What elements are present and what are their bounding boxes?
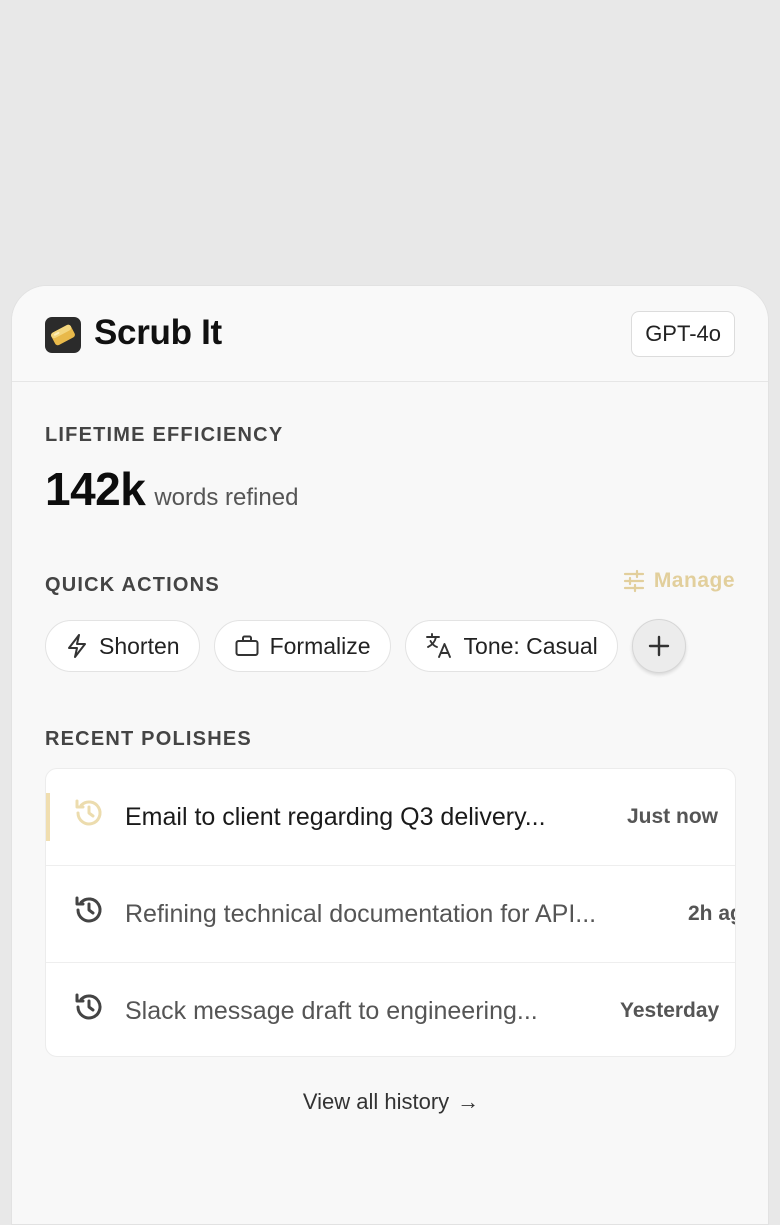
history-item-title: Refining technical documentation for API… xyxy=(125,899,597,928)
history-icon xyxy=(75,993,102,1020)
history-item-time: Just now xyxy=(627,805,719,828)
efficiency-label: LIFETIME EFFICIENCY xyxy=(45,424,284,446)
history-item-time: Yesterday xyxy=(620,999,720,1022)
efficiency-stat: 142k words refined xyxy=(45,462,298,516)
chip-formalize[interactable]: Formalize xyxy=(213,620,391,672)
efficiency-value: 142k xyxy=(45,463,146,515)
arrow-right-icon: → xyxy=(457,1089,480,1114)
history-item[interactable]: Email to client regarding Q3 delivery...… xyxy=(46,769,735,866)
model-selector[interactable]: GPT-4o xyxy=(631,311,735,357)
briefcase-icon xyxy=(235,635,259,656)
view-all-label: View all history xyxy=(302,1089,450,1114)
history-item-title: Email to client regarding Q3 delivery... xyxy=(125,802,546,831)
soap-bar-icon xyxy=(45,317,81,353)
history-icon xyxy=(75,896,102,923)
chip-label: Tone: Casual xyxy=(463,632,598,659)
chip-label: Shorten xyxy=(99,632,180,659)
app-panel: Scrub It GPT-4o LIFETIME EFFICIENCY 142k… xyxy=(11,285,769,1225)
quick-actions-list: Shorten Formalize Tone: Casual xyxy=(45,619,686,673)
chip-tone-casual[interactable]: Tone: Casual xyxy=(404,620,618,672)
history-item[interactable]: Refining technical documentation for API… xyxy=(46,866,735,963)
chip-shorten[interactable]: Shorten xyxy=(45,620,200,672)
sliders-icon xyxy=(623,569,644,593)
translate-icon xyxy=(425,633,451,658)
lightning-icon xyxy=(68,634,86,658)
app-header: Scrub It GPT-4o xyxy=(12,286,768,382)
active-indicator xyxy=(46,793,50,841)
add-action-button[interactable] xyxy=(631,619,686,673)
efficiency-unit: words refined xyxy=(154,484,299,511)
quick-actions-label: QUICK ACTIONS xyxy=(45,574,220,596)
plus-icon xyxy=(648,635,669,657)
app-title: Scrub It xyxy=(94,313,222,352)
history-item[interactable]: Slack message draft to engineering... Ye… xyxy=(46,963,735,1056)
manage-button[interactable]: Manage xyxy=(622,569,735,593)
manage-label: Manage xyxy=(653,569,735,592)
recent-polishes-label: RECENT POLISHES xyxy=(45,728,252,750)
view-all-history-link[interactable]: View all history → xyxy=(12,1089,768,1115)
history-icon xyxy=(75,799,102,826)
chip-label: Formalize xyxy=(269,632,371,659)
recent-polishes-list: Email to client regarding Q3 delivery...… xyxy=(45,768,736,1057)
history-item-time: 2h ago xyxy=(688,902,735,925)
history-item-title: Slack message draft to engineering... xyxy=(125,996,538,1025)
